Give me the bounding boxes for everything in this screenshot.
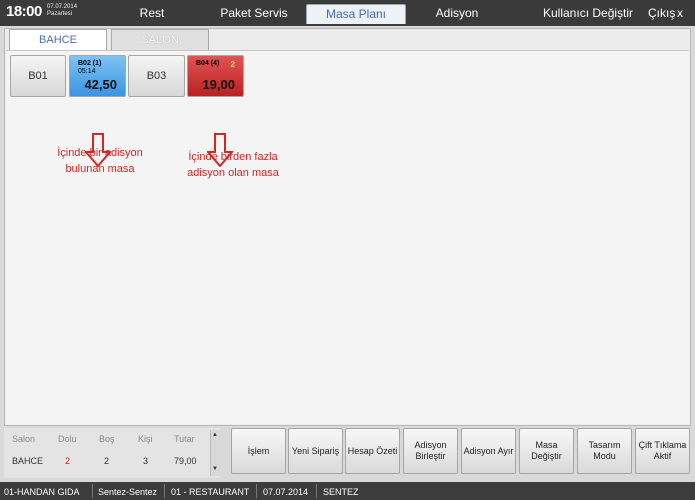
table-time: 05:14: [78, 68, 96, 75]
table-label: B04 (4): [196, 60, 220, 67]
button-label: Tasarım: [588, 440, 621, 450]
row-dolu: 2: [65, 456, 71, 466]
button-label: Masa: [535, 440, 558, 450]
button-label: Aktif: [653, 451, 672, 461]
header-tutar: Tutar: [174, 434, 195, 444]
clock-date: 07.07.2014 Pazartesi: [47, 4, 77, 18]
row-salon: BAHCE: [12, 456, 44, 466]
status-divider: [256, 484, 257, 498]
split-receipt-button[interactable]: Adisyon Ayır: [461, 428, 516, 474]
button-label: Yeni Sipariş: [291, 445, 340, 456]
top-bar: 18:00 07.07.2014 Pazartesi Rest Paket Se…: [0, 0, 695, 26]
note-line: adisyon olan masa: [187, 167, 279, 179]
tab-paket-servis[interactable]: Paket Servis: [210, 4, 298, 24]
area-tab-salon[interactable]: SALON: [111, 29, 209, 51]
summary-scrollbar[interactable]: ▲ ▼: [210, 430, 220, 476]
status-divider: [316, 484, 317, 498]
clock-date-value: 07.07.2014: [47, 4, 78, 10]
button-label: Hesap Özeti: [347, 445, 398, 456]
close-icon[interactable]: x: [677, 6, 683, 20]
table-plan-panel: BAHCE SALON B01 B02 (1) 05:14 42,50 B03 …: [4, 28, 691, 426]
islem-button[interactable]: İşlem: [231, 428, 286, 474]
clock-day: Pazartesi: [47, 11, 73, 17]
button-label: Değiştir: [531, 451, 562, 461]
header-dolu: Dolu: [58, 434, 77, 444]
logout-link[interactable]: Çıkış: [648, 6, 675, 20]
area-summary: Salon Dolu Boş Kişi Tutar BAHCE 2 2 3 79…: [4, 428, 220, 478]
table-b03[interactable]: B03: [128, 55, 185, 97]
header-kisi: Kişi: [138, 434, 153, 444]
status-bar: 01-HANDAN GIDA Sentez-Sentez 01 - RESTAU…: [0, 482, 695, 500]
floor-plan: [6, 50, 689, 424]
tab-masa-plani[interactable]: Masa Planı: [306, 4, 406, 24]
account-summary-button[interactable]: Hesap Özeti: [345, 428, 400, 474]
table-label: B02 (1): [78, 60, 102, 67]
row-kisi: 3: [143, 456, 149, 466]
receipt-count-badge: 2: [230, 60, 235, 69]
status-company: 01-HANDAN GIDA: [4, 487, 80, 497]
scroll-up-icon[interactable]: ▲: [212, 432, 218, 438]
header-salon: Salon: [12, 434, 36, 444]
status-divider: [164, 484, 165, 498]
button-label: Birleştir: [415, 451, 446, 461]
button-label: İşlem: [247, 445, 270, 456]
table-amount: 19,00: [202, 77, 235, 92]
table-amount: 42,50: [84, 77, 117, 92]
change-table-button[interactable]: Masa Değiştir: [519, 428, 574, 474]
clock-time: 18:00: [6, 3, 42, 20]
button-label: Çift Tıklama: [638, 440, 687, 450]
status-date: 07.07.2014: [263, 487, 309, 497]
table-b01[interactable]: B01: [10, 55, 66, 97]
button-label: Modu: [593, 451, 616, 461]
table-b02[interactable]: B02 (1) 05:14 42,50: [69, 55, 126, 97]
area-tab-bahce[interactable]: BAHCE: [9, 29, 107, 51]
multi-receipt-note: İçinde birden fazla adisyon olan masa: [173, 149, 293, 181]
table-b04[interactable]: B04 (4) 2 19,00: [187, 55, 244, 97]
status-user: Sentez-Sentez: [98, 487, 158, 497]
merge-receipt-button[interactable]: Adisyon Birleştir: [403, 428, 458, 474]
new-order-button[interactable]: Yeni Sipariş: [288, 428, 343, 474]
scroll-down-icon[interactable]: ▼: [212, 466, 218, 472]
tab-rest[interactable]: Rest: [118, 4, 186, 24]
note-line: İçinde bir adisyon: [57, 147, 143, 159]
switch-user-link[interactable]: Kullanıcı Değiştir: [543, 6, 633, 20]
note-line: bulunan masa: [65, 163, 135, 175]
button-label: Adisyon Ayır: [463, 445, 514, 456]
single-receipt-note: İçinde bir adisyon bulunan masa: [45, 145, 155, 177]
status-divider: [92, 484, 93, 498]
status-db: SENTEZ: [323, 487, 359, 497]
button-label: Adisyon: [414, 440, 447, 450]
status-branch: 01 - RESTAURANT: [171, 487, 250, 497]
note-line: İçinde birden fazla: [188, 151, 278, 163]
row-tutar: 79,00: [174, 456, 197, 466]
tab-adisyon[interactable]: Adisyon: [420, 4, 494, 24]
double-click-toggle-button[interactable]: Çift Tıklama Aktif: [635, 428, 690, 474]
row-bos: 2: [104, 456, 110, 466]
design-mode-button[interactable]: Tasarım Modu: [577, 428, 632, 474]
header-bos: Boş: [99, 434, 115, 444]
